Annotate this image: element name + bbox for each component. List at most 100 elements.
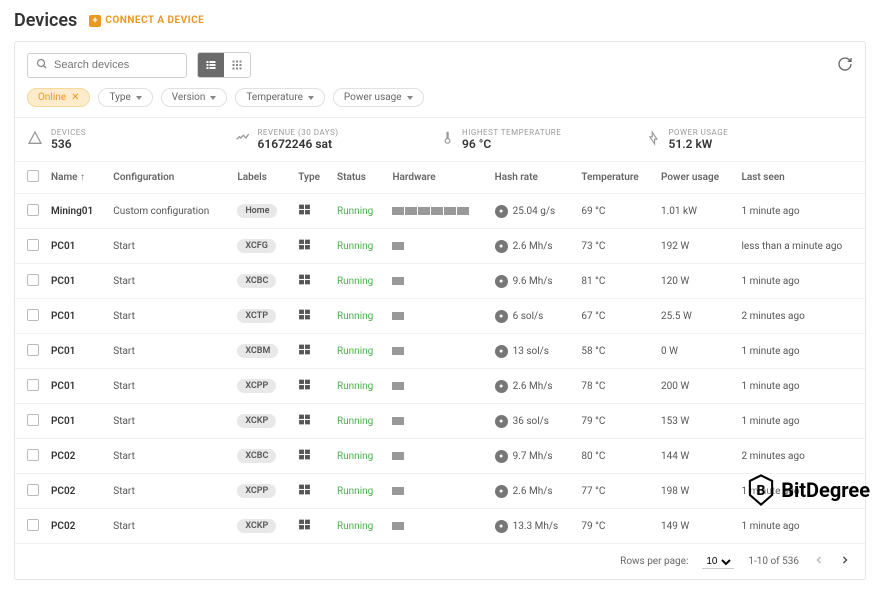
- cell-hash: ●13.3 Mh/s: [495, 520, 570, 533]
- temperature-icon: [440, 130, 454, 149]
- coin-icon: ●: [495, 275, 508, 288]
- cell-name: PC02: [45, 439, 107, 474]
- label-pill[interactable]: XCKP: [237, 519, 276, 533]
- table-row[interactable]: PC02 Start XCPP Running ●2.6 Mh/s 77 °C …: [15, 474, 865, 509]
- stat-devices-label: DEVICES: [51, 128, 86, 137]
- col-power[interactable]: Power usage: [655, 162, 735, 194]
- col-status[interactable]: Status: [331, 162, 386, 194]
- row-checkbox[interactable]: [27, 344, 39, 356]
- filter-chip-temperature[interactable]: Temperature: [235, 88, 325, 107]
- cell-name: PC02: [45, 474, 107, 509]
- cell-config: Start: [107, 229, 231, 264]
- chevron-down-icon: [407, 96, 413, 100]
- cell-config: Start: [107, 474, 231, 509]
- filter-chip-version[interactable]: Version: [161, 88, 228, 107]
- label-pill[interactable]: XCTP: [237, 309, 276, 323]
- row-checkbox[interactable]: [27, 519, 39, 531]
- search-icon: [36, 58, 48, 73]
- label-pill[interactable]: XCKP: [237, 414, 276, 428]
- coin-icon: ●: [495, 485, 508, 498]
- row-checkbox[interactable]: [27, 449, 39, 461]
- cell-name: PC01: [45, 264, 107, 299]
- revenue-icon: [234, 130, 250, 149]
- col-name[interactable]: Name ↑: [45, 162, 107, 194]
- filter-chip-online[interactable]: Online ✕: [27, 88, 90, 107]
- coin-icon: ●: [495, 450, 508, 463]
- row-checkbox[interactable]: [27, 379, 39, 391]
- cell-temp: 79 °C: [575, 404, 655, 439]
- cell-status: Running: [331, 404, 386, 439]
- coin-icon: ●: [495, 240, 508, 253]
- coin-icon: ●: [495, 205, 508, 218]
- label-pill[interactable]: XCBC: [237, 274, 276, 288]
- table-row[interactable]: PC01 Start XCBM Running ●13 sol/s 58 °C …: [15, 334, 865, 369]
- hardware-bars: [392, 417, 404, 425]
- table-row[interactable]: PC01 Start XCBC Running ●9.6 Mh/s 81 °C …: [15, 264, 865, 299]
- windows-icon: [298, 488, 311, 499]
- label-pill[interactable]: XCBM: [237, 344, 278, 358]
- close-icon[interactable]: ✕: [71, 92, 79, 103]
- stat-revenue-value: 61672246 sat: [258, 137, 339, 151]
- chevron-down-icon: [136, 96, 142, 100]
- cell-power: 1.01 kW: [655, 194, 735, 229]
- search-input[interactable]: [54, 59, 178, 71]
- hardware-bars: [392, 207, 469, 215]
- cell-config: Start: [107, 334, 231, 369]
- connect-device-label: CONNECT A DEVICE: [105, 15, 204, 26]
- table-row[interactable]: PC02 Start XCBC Running ●9.7 Mh/s 80 °C …: [15, 439, 865, 474]
- filter-chip-type[interactable]: Type: [98, 88, 152, 107]
- connect-device-link[interactable]: + CONNECT A DEVICE: [89, 15, 204, 27]
- col-config[interactable]: Configuration: [107, 162, 231, 194]
- cell-status: Running: [331, 439, 386, 474]
- col-last[interactable]: Last seen: [735, 162, 865, 194]
- row-checkbox[interactable]: [27, 204, 39, 216]
- table-row[interactable]: PC01 Start XCKP Running ●36 sol/s 79 °C …: [15, 404, 865, 439]
- col-temp[interactable]: Temperature: [575, 162, 655, 194]
- coin-icon: ●: [495, 310, 508, 323]
- refresh-icon[interactable]: [837, 56, 853, 75]
- col-hardware[interactable]: Hardware: [386, 162, 488, 194]
- watermark: B BitDegree: [747, 474, 870, 506]
- cell-status: Running: [331, 299, 386, 334]
- table-row[interactable]: PC01 Start XCPP Running ●2.6 Mh/s 78 °C …: [15, 369, 865, 404]
- col-hash[interactable]: Hash rate: [489, 162, 576, 194]
- label-pill[interactable]: XCBC: [237, 449, 276, 463]
- cell-config: Start: [107, 439, 231, 474]
- list-view-button[interactable]: [198, 53, 224, 77]
- cell-temp: 80 °C: [575, 439, 655, 474]
- stat-devices-value: 536: [51, 137, 86, 151]
- table-row[interactable]: PC01 Start XCFG Running ●2.6 Mh/s 73 °C …: [15, 229, 865, 264]
- hardware-bars: [392, 522, 404, 530]
- stat-power-label: POWER USAGE: [669, 128, 729, 137]
- cell-hash: ●25.04 g/s: [495, 205, 570, 218]
- windows-icon: [298, 523, 311, 534]
- windows-icon: [298, 348, 311, 359]
- cell-power: 153 W: [655, 404, 735, 439]
- cell-hash: ●13 sol/s: [495, 345, 570, 358]
- label-pill[interactable]: Home: [237, 204, 277, 218]
- row-checkbox[interactable]: [27, 484, 39, 496]
- col-type[interactable]: Type: [292, 162, 331, 194]
- select-all-checkbox[interactable]: [27, 170, 39, 182]
- row-checkbox[interactable]: [27, 309, 39, 321]
- row-checkbox[interactable]: [27, 239, 39, 251]
- table-row[interactable]: Mining01 Custom configuration Home Runni…: [15, 194, 865, 229]
- next-page-button[interactable]: [839, 554, 851, 569]
- row-checkbox[interactable]: [27, 274, 39, 286]
- grid-view-button[interactable]: [224, 53, 250, 77]
- label-pill[interactable]: XCPP: [237, 379, 276, 393]
- cell-config: Start: [107, 299, 231, 334]
- filter-chip-power[interactable]: Power usage: [333, 88, 424, 107]
- label-pill[interactable]: XCPP: [237, 484, 276, 498]
- cell-status: Running: [331, 334, 386, 369]
- row-checkbox[interactable]: [27, 414, 39, 426]
- search-input-wrapper[interactable]: [27, 53, 187, 78]
- page-range: 1-10 of 536: [748, 556, 799, 567]
- table-row[interactable]: PC01 Start XCTP Running ●6 sol/s 67 °C 2…: [15, 299, 865, 334]
- cell-hash: ●36 sol/s: [495, 415, 570, 428]
- label-pill[interactable]: XCFG: [237, 239, 276, 253]
- rows-per-page-select[interactable]: 10: [702, 555, 734, 569]
- prev-page-button[interactable]: [813, 554, 825, 569]
- col-labels[interactable]: Labels: [231, 162, 292, 194]
- cell-config: Custom configuration: [107, 194, 231, 229]
